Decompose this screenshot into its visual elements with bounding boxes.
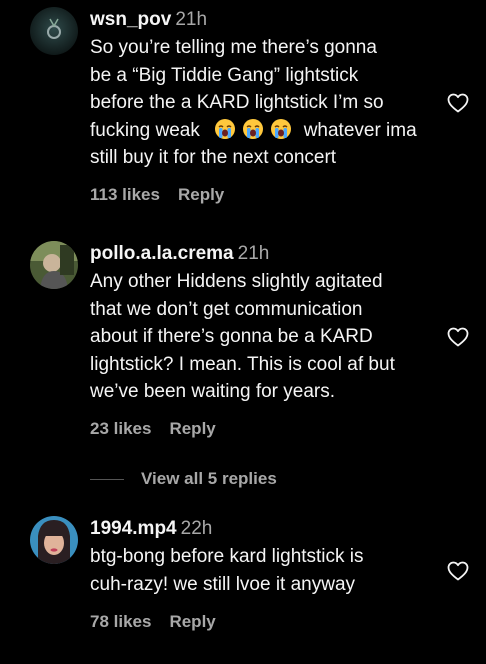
heart-outline-icon[interactable]: [446, 91, 470, 115]
comment-line: we’ve been waiting for years.: [90, 381, 336, 402]
likes-count[interactable]: 23 likes: [90, 419, 151, 438]
crying-face-emoji: [215, 118, 236, 139]
comment-timestamp: 22h: [180, 518, 213, 539]
comment-text: btg-bong before kard lightstick is cuh-r…: [90, 543, 435, 598]
comment-text: So you’re telling me there’s gonna be a …: [90, 34, 435, 172]
likes-count[interactable]: 113 likes: [90, 185, 160, 204]
comment-line: So you’re telling me there’s gonna: [90, 37, 377, 58]
reply-button[interactable]: Reply: [169, 419, 215, 438]
comment-username[interactable]: 1994.mp4: [90, 518, 177, 539]
comment-line: about if there’s gonna be a KARD: [90, 326, 373, 347]
comment-line: Any other Hiddens slightly agitated: [90, 271, 383, 292]
comment-text: Any other Hiddens slightly agitated that…: [90, 268, 435, 406]
heart-outline-icon[interactable]: [446, 559, 470, 583]
view-replies-label: View all 5 replies: [141, 469, 277, 488]
comment-username[interactable]: pollo.a.la.crema: [90, 243, 234, 264]
likes-count[interactable]: 78 likes: [90, 612, 151, 631]
comment-item: pollo.a.la.crema 21h Any other Hiddens sl…: [0, 235, 486, 450]
avatar[interactable]: [30, 516, 78, 564]
comment-line: cuh-razy! we still lvoe it anyway: [90, 573, 356, 595]
comment-timestamp: 21h: [237, 243, 270, 264]
comment-line: still buy it for the next concert: [90, 147, 337, 168]
comment-text-fragment: fucking weak: [90, 119, 200, 141]
comment-line: before the a KARD lightstick I’m so: [90, 92, 384, 113]
avatar[interactable]: [30, 7, 78, 55]
avatar[interactable]: [30, 241, 78, 289]
divider: [90, 478, 124, 480]
comment-timestamp: 21h: [175, 9, 208, 30]
comment-line: fucking weak whatever ima: [90, 117, 435, 145]
comment-line: that we don’t get communication: [90, 298, 363, 320]
comment-text-fragment: whatever ima: [303, 119, 417, 141]
crying-face-emoji: [243, 118, 264, 139]
comment-username[interactable]: wsn_pov: [90, 9, 171, 30]
comment-item: 1994.mp4 22h btg-bong before kard lightst…: [0, 510, 486, 660]
comment-line: btg-bong before kard lightstick is: [90, 546, 364, 567]
comment-item: wsn_pov 21h So you’re telling me there’s …: [0, 0, 486, 215]
comment-line: lightstick? I mean. This is cool af but: [90, 353, 395, 375]
crying-face-emoji: [271, 118, 292, 139]
reply-button[interactable]: Reply: [169, 612, 215, 631]
reply-button[interactable]: Reply: [178, 185, 224, 204]
heart-outline-icon[interactable]: [446, 325, 470, 349]
view-replies-button[interactable]: View all 5 replies: [90, 466, 350, 492]
comment-line: be a “Big Tiddie Gang” lightstick: [90, 64, 359, 86]
